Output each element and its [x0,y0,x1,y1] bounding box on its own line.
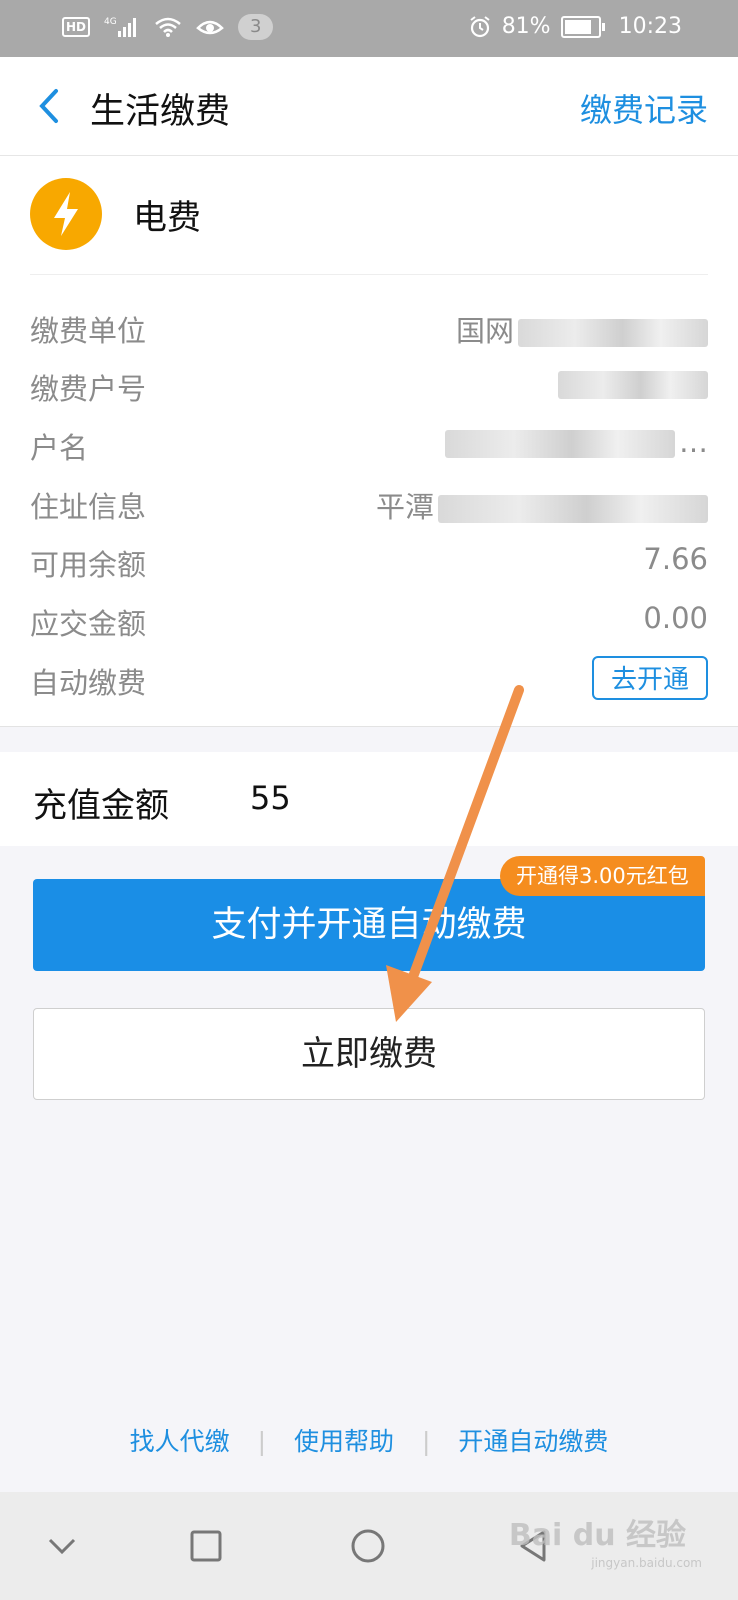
circle-icon [351,1529,385,1563]
lightning-icon [30,178,102,250]
enable-auto-pay-button[interactable]: 去开通 [592,656,708,700]
row-amount-due: 应交金额 0.00 [30,601,708,645]
watermark-url: jingyan.baidu.com [591,1556,702,1570]
nav-home-button[interactable] [342,1520,394,1572]
row-value: 7.66 [643,542,708,576]
nav-recents-button[interactable] [180,1520,232,1572]
row-label: 缴费单位 [30,314,147,348]
cellular-signal-icon: 4G [104,17,137,37]
link-separator: | [421,1427,431,1456]
row-value: 0.00 [643,601,708,635]
row-auto-pay: 自动缴费 去开通 [30,656,708,704]
row-value [558,366,708,400]
redacted-blur [518,319,708,347]
pay-for-others-link[interactable]: 找人代缴 [110,1427,250,1456]
clock: 10:23 [618,14,682,39]
notification-count-badge: 3 [238,14,274,40]
bill-info-card: 电费 缴费单位 国网 缴费户号 户名 … 住址信息 平潭 可用余额 7.66 应… [0,156,738,727]
eye-comfort-icon [196,20,224,35]
enable-auto-pay-link[interactable]: 开通自动缴费 [438,1427,628,1456]
row-account-name: 户名 … [30,425,708,469]
chevron-left-icon [39,89,58,123]
row-available-balance: 可用余额 7.66 [30,542,708,586]
app-header: 生活缴费 缴费记录 [0,57,738,156]
row-label: 自动缴费 [30,666,147,700]
recharge-amount-input[interactable] [248,778,552,818]
hd-icon: HD [62,17,91,37]
row-address: 住址信息 平潭 [30,484,708,528]
svg-text:4G: 4G [104,17,117,27]
page-title: 生活缴费 [90,92,231,132]
link-separator: | [257,1427,267,1456]
wifi-icon [155,17,181,37]
status-bar: HD 4G 3 81% 10:23 [0,0,738,57]
footer-links: 找人代缴 | 使用帮助 | 开通自动缴费 [0,1422,738,1458]
row-account-number: 缴费户号 [30,366,708,410]
row-label: 可用余额 [30,548,147,582]
row-label: 缴费户号 [30,372,147,406]
square-icon [190,1530,222,1562]
row-value: 平潭 [376,484,708,526]
battery-level [564,19,591,34]
back-button[interactable] [30,81,70,131]
promo-badge: 开通得3.00元红包 [500,856,705,896]
redacted-blur [445,430,675,458]
alarm-icon [470,15,490,37]
battery-icon [560,15,605,38]
recharge-amount-label: 充值金额 [33,786,169,826]
row-label: 应交金额 [30,607,147,641]
redacted-blur [558,371,708,399]
battery-percent: 81% [501,14,551,39]
divider [30,274,708,275]
row-value: … [445,425,708,459]
recharge-amount-section: 充值金额 [0,752,738,846]
help-link[interactable]: 使用帮助 [274,1427,414,1456]
nav-hide-button[interactable] [36,1520,88,1572]
pay-now-button[interactable]: 立即缴费 [33,1008,705,1100]
watermark: Bai du 经验 [508,1518,686,1553]
row-value: 国网 [456,308,708,350]
redacted-blur [438,495,708,523]
chevron-down-icon [48,1538,76,1555]
row-label: 户名 [30,431,89,465]
payment-records-link[interactable]: 缴费记录 [580,85,708,131]
bill-type-name: 电费 [133,198,201,238]
row-payment-unit: 缴费单位 国网 [30,308,708,352]
row-label: 住址信息 [30,490,147,524]
